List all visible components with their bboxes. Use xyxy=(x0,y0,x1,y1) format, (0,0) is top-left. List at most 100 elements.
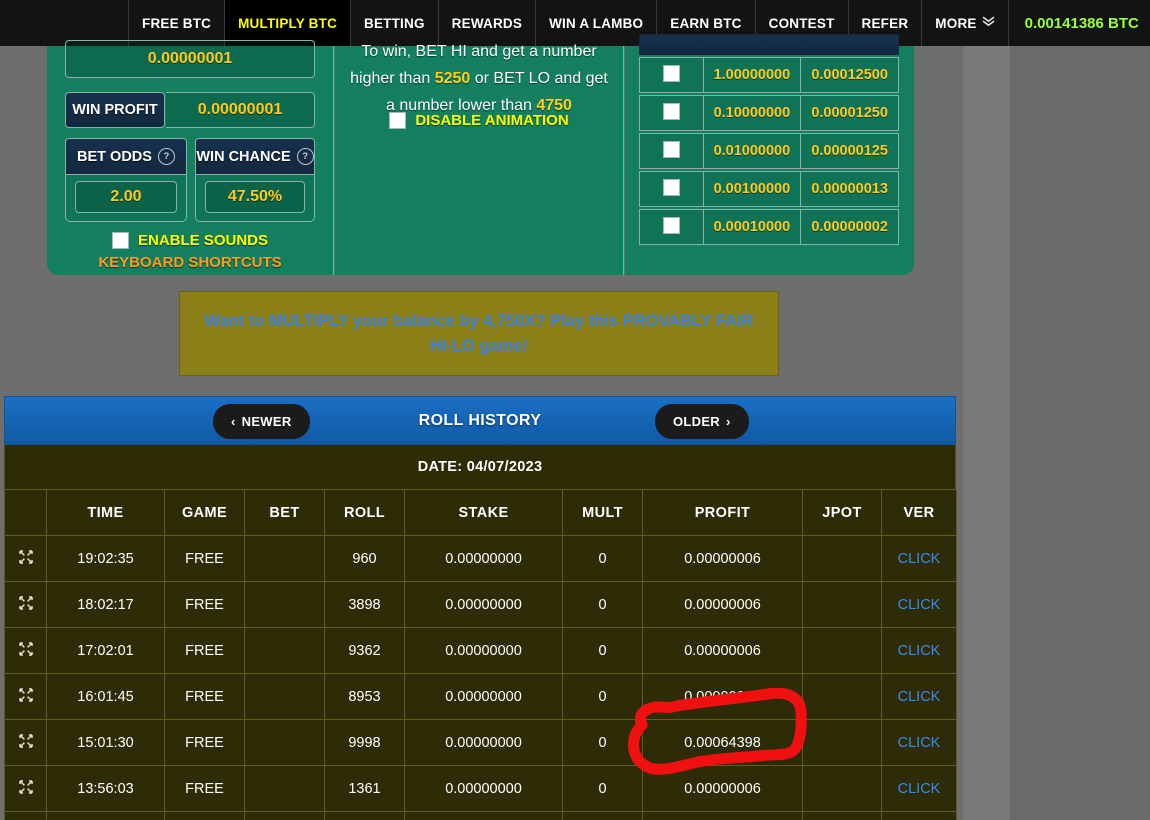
auto-bet-row[interactable]: 0.00100000 0.00000013 xyxy=(639,171,899,207)
auto-bet-row-check-cell[interactable] xyxy=(639,209,703,245)
table-row[interactable]: 15:01:30 FREE 9998 0.00000000 0 0.000643… xyxy=(4,719,957,766)
cell-stake xyxy=(404,811,563,820)
roll-history-body: 19:02:35 FREE 960 0.00000000 0 0.0000000… xyxy=(4,535,957,820)
auto-bet-checkbox[interactable] xyxy=(662,216,680,234)
cell-game xyxy=(164,811,245,820)
win-chance-input[interactable]: 47.50% xyxy=(205,181,305,213)
cell-verify[interactable]: CLICK xyxy=(881,535,957,582)
table-row-partial[interactable] xyxy=(4,811,957,820)
row-expand-cell[interactable] xyxy=(4,719,47,766)
roll-history-header-bar: ‹ NEWER ROLL HISTORY OLDER › xyxy=(4,396,956,445)
disable-animation-checkbox[interactable] xyxy=(389,112,407,129)
expand-arrows-icon[interactable] xyxy=(18,733,33,748)
auto-bet-row-check-cell[interactable] xyxy=(639,171,703,207)
disable-animation-label: DISABLE ANIMATION xyxy=(415,112,569,129)
help-icon[interactable]: ? xyxy=(296,148,314,165)
verify-link[interactable]: CLICK xyxy=(898,781,941,797)
auto-bet-row-check-cell[interactable] xyxy=(639,95,703,131)
cell-mult: 0 xyxy=(562,673,643,720)
cell-verify[interactable] xyxy=(881,811,957,820)
cell-verify[interactable]: CLICK xyxy=(881,765,957,812)
auto-bet-row-check-cell[interactable] xyxy=(639,57,703,93)
nav-label: FREE BTC xyxy=(142,15,212,31)
row-expand-cell[interactable] xyxy=(4,535,47,582)
auto-bet-amount: 0.10000000 xyxy=(702,95,801,131)
win-profit-input[interactable]: 0.00000001 xyxy=(166,92,315,128)
auto-bet-row[interactable]: 0.00010000 0.00000002 xyxy=(639,209,899,245)
cell-bet xyxy=(244,811,325,820)
verify-link[interactable]: CLICK xyxy=(898,689,941,705)
cell-jpot xyxy=(802,719,882,766)
column-header-stake: STAKE xyxy=(404,489,563,536)
newer-button[interactable]: ‹ NEWER xyxy=(213,404,310,439)
disable-animation-row[interactable]: DISABLE ANIMATION xyxy=(335,112,623,129)
nav-item-more[interactable]: MORE xyxy=(921,0,1008,46)
cell-verify[interactable]: CLICK xyxy=(881,673,957,720)
table-row[interactable]: 17:02:01 FREE 9362 0.00000000 0 0.000000… xyxy=(4,627,957,674)
table-row[interactable]: 19:02:35 FREE 960 0.00000000 0 0.0000000… xyxy=(4,535,957,582)
expand-arrows-icon[interactable] xyxy=(18,687,33,702)
help-icon[interactable]: ? xyxy=(157,148,175,165)
row-expand-cell[interactable] xyxy=(4,673,47,720)
cell-verify[interactable]: CLICK xyxy=(881,719,957,766)
expand-arrows-icon[interactable] xyxy=(18,779,33,794)
table-row[interactable]: 16:01:45 FREE 8953 0.00000000 0 0.000000… xyxy=(4,673,957,720)
table-row[interactable]: 18:02:17 FREE 3898 0.00000000 0 0.000000… xyxy=(4,581,957,628)
cell-mult: 0 xyxy=(562,535,643,582)
win-chance-group: WIN CHANCE ? 47.50% xyxy=(195,138,315,222)
auto-bet-checkbox[interactable] xyxy=(662,140,680,158)
column-header-bet: BET xyxy=(244,489,325,536)
cell-profit: 0.00000006 xyxy=(642,673,803,720)
auto-bet-row[interactable]: 1.00000000 0.00012500 xyxy=(639,57,899,93)
auto-bet-amount: 1.00000000 xyxy=(702,57,801,93)
row-expand-cell[interactable] xyxy=(4,581,47,628)
expand-arrows-icon[interactable] xyxy=(18,595,33,610)
auto-bet-row-check-cell[interactable] xyxy=(639,133,703,169)
cell-verify[interactable]: CLICK xyxy=(881,581,957,628)
bet-odds-input[interactable]: 2.00 xyxy=(75,181,177,213)
balance-display[interactable]: 0.00141386 BTC xyxy=(1007,0,1150,46)
help-icon-glyph: ? xyxy=(163,150,170,162)
auto-bet-checkbox[interactable] xyxy=(662,178,680,196)
keyboard-shortcuts-link[interactable]: KEYBOARD SHORTCUTS xyxy=(47,254,333,271)
expand-arrows-icon[interactable] xyxy=(18,641,33,656)
column-header-game: GAME xyxy=(164,489,245,536)
cell-mult: 0 xyxy=(562,627,643,674)
row-expand-cell[interactable] xyxy=(4,627,47,674)
cell-verify[interactable]: CLICK xyxy=(881,627,957,674)
chevron-left-icon: ‹ xyxy=(231,414,236,429)
promo-banner[interactable]: Want to MULTIPLY your balance by 4,750X?… xyxy=(179,291,779,376)
bet-amount-input[interactable]: 0.00000001 xyxy=(65,40,315,78)
row-expand-cell[interactable] xyxy=(4,765,47,812)
enable-sounds-row[interactable]: ENABLE SOUNDS xyxy=(47,232,333,249)
auto-bet-header-check xyxy=(639,34,703,55)
cell-profit: 0.00000006 xyxy=(642,765,803,812)
cell-time: 13:56:03 xyxy=(46,765,165,812)
auto-bet-checkbox[interactable] xyxy=(662,64,680,82)
verify-link[interactable]: CLICK xyxy=(898,551,941,567)
history-date-label: DATE: 04/07/2023 xyxy=(4,445,956,489)
cell-mult: 0 xyxy=(562,765,643,812)
cell-bet xyxy=(244,581,325,628)
auto-bet-payout: 0.00012500 xyxy=(800,57,899,93)
enable-sounds-checkbox[interactable] xyxy=(111,232,129,249)
auto-bet-row[interactable]: 0.01000000 0.00000125 xyxy=(639,133,899,169)
table-row[interactable]: 13:56:03 FREE 1361 0.00000000 0 0.000000… xyxy=(4,765,957,812)
cell-mult: 0 xyxy=(562,581,643,628)
verify-link[interactable]: CLICK xyxy=(898,735,941,751)
cell-jpot xyxy=(802,811,882,820)
bet-instructions: To win, BET HI and get a number higher t… xyxy=(347,38,611,119)
auto-bet-table: 1.00000000 0.00012500 0.10000000 0.00001… xyxy=(639,32,899,247)
bet-amount-value: 0.00000001 xyxy=(147,50,233,67)
verify-link[interactable]: CLICK xyxy=(898,643,941,659)
auto-bet-checkbox[interactable] xyxy=(662,102,680,120)
verify-link[interactable]: CLICK xyxy=(898,597,941,613)
expand-arrows-icon[interactable] xyxy=(18,549,33,564)
row-expand-cell[interactable] xyxy=(4,811,47,820)
auto-bet-amount: 0.01000000 xyxy=(702,133,801,169)
bet-instructions-line2a: than xyxy=(399,70,435,87)
auto-bet-row[interactable]: 0.10000000 0.00001250 xyxy=(639,95,899,131)
nav-label: WIN A LAMBO xyxy=(549,15,644,31)
older-button[interactable]: OLDER › xyxy=(655,404,749,439)
cell-roll: 9998 xyxy=(324,719,405,766)
